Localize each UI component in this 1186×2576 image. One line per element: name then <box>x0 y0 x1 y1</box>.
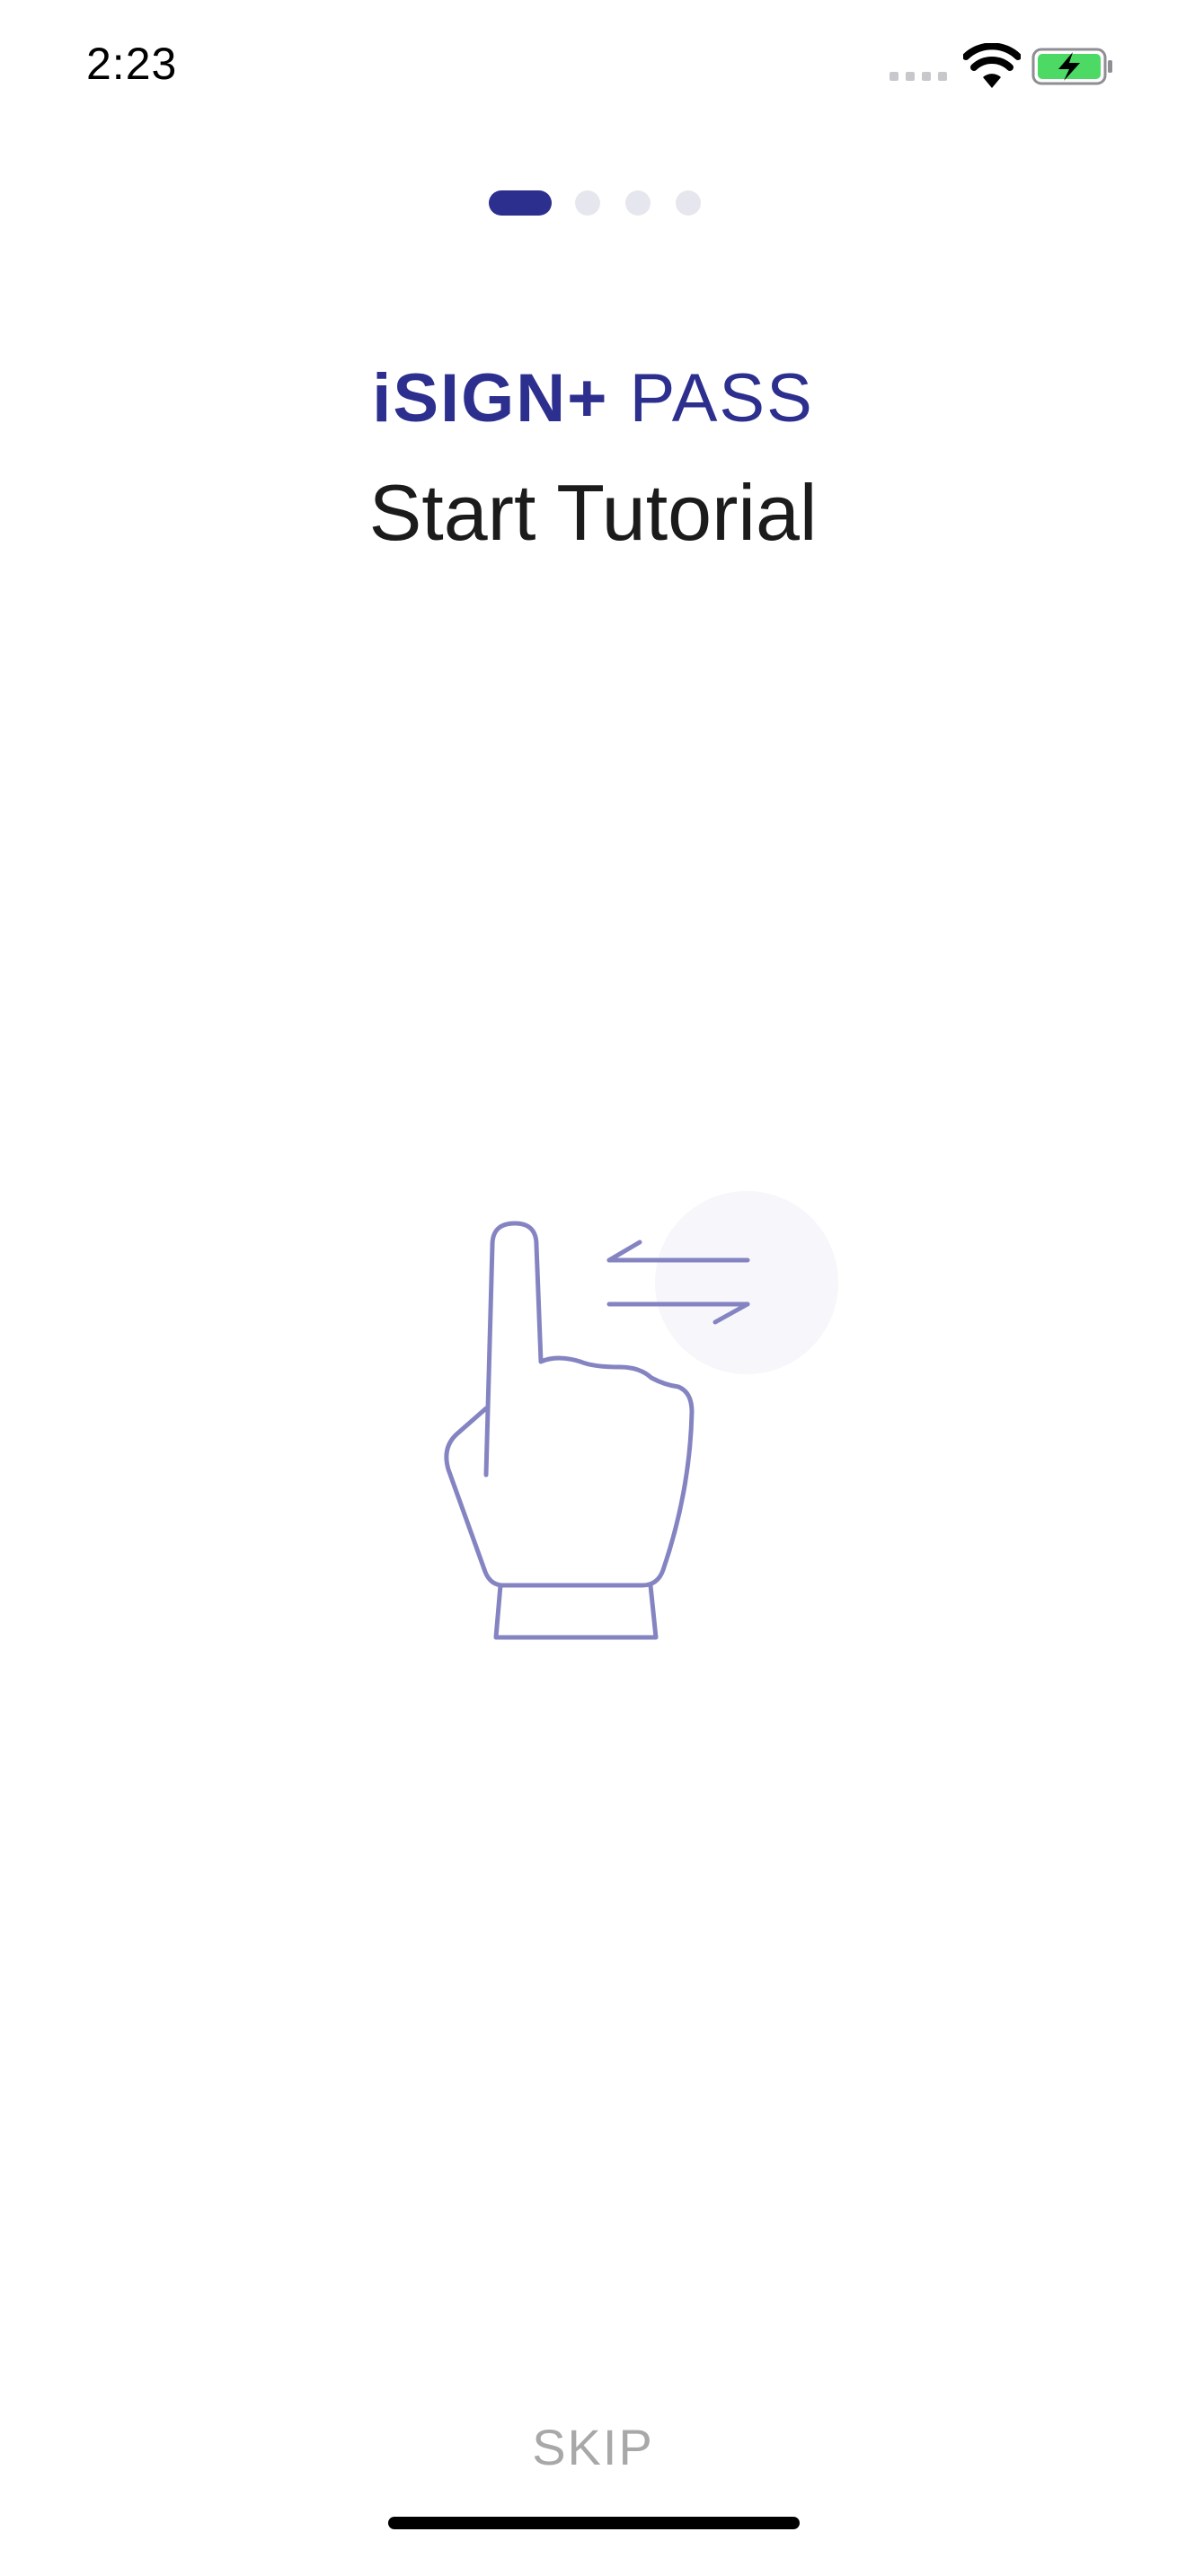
page-dot-2[interactable] <box>575 190 600 216</box>
logo-light-text: PASS <box>629 360 814 437</box>
skip-button[interactable]: SKIP <box>0 2418 1186 2476</box>
wifi-icon <box>963 43 1021 88</box>
page-indicator <box>0 190 1186 217</box>
logo-bold-text: iSIGN+ <box>372 360 609 437</box>
page-title: Start Tutorial <box>368 468 818 557</box>
status-bar: 2:23 <box>0 0 1186 135</box>
battery-charging-icon <box>1031 48 1112 85</box>
page-dot-4[interactable] <box>676 190 701 216</box>
status-time: 2:23 <box>86 39 178 89</box>
app-logo: iSIGN+ PASS <box>0 359 1186 437</box>
cellular-signal-icon <box>890 72 949 81</box>
home-indicator[interactable] <box>388 2517 800 2529</box>
page-dot-3[interactable] <box>625 190 651 216</box>
swipe-gesture-icon <box>444 1191 838 1640</box>
page-dot-1[interactable] <box>489 190 552 216</box>
